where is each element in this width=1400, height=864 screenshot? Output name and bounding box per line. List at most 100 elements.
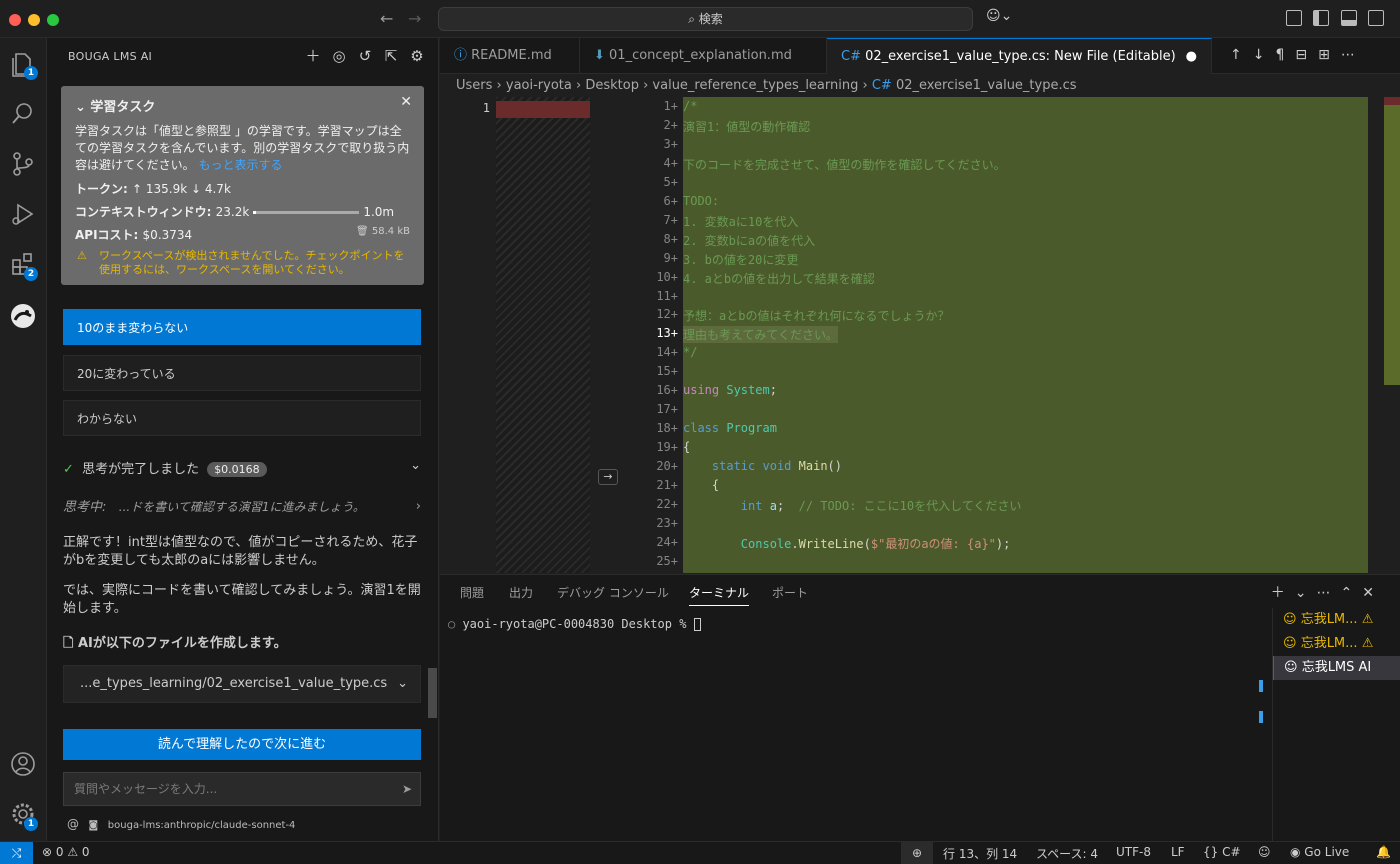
editor-tabs: ⓘ README.md ⬇ 01_concept_explanation.md … [440,38,1400,74]
robot-icon: ☺ [1283,636,1301,651]
code-line[interactable]: using System; [683,383,777,397]
code-line[interactable]: /* [683,99,697,113]
line-number: 17+ [656,402,678,417]
answer-option-1[interactable]: 10のまま変わらない [63,309,421,345]
overview-ruler[interactable] [1384,97,1400,573]
thinking-summary[interactable]: 思考中: ...ドを書いて確認する演習1に進みましょう。 › [63,498,421,517]
revert-arrow-icon[interactable]: → [598,469,618,485]
remote-icon[interactable]: ⤭ [0,842,33,864]
code-line[interactable]: 予想：aとbの値はそれぞれ何になるでしょうか？ [683,307,949,324]
sidebar-scrollbar[interactable] [428,668,437,718]
open-external-icon[interactable]: ⇱ [382,47,400,65]
code-line[interactable]: 1. 変数aに10を代入 [683,213,798,230]
line-number: 15+ [656,364,678,379]
warning-icon: ⚠ [77,249,87,262]
code-line[interactable]: TODO: [683,194,719,208]
line-number: 21+ [656,478,678,492]
broadcast-icon: ◉ [1290,845,1305,859]
copilot-icon[interactable]: ☺⌄ [986,8,1012,24]
show-more-link[interactable]: もっと表示する [198,158,282,172]
mention-icon[interactable]: @ [67,817,79,831]
terminal-item-1[interactable]: ☺ 忘我LM... ⚠ [1273,608,1400,632]
search-icon[interactable] [9,100,37,128]
message-input[interactable]: 質問やメッセージを入力... ➤ [63,772,421,806]
tab-debug-console[interactable]: デバッグ コンソール [557,584,669,601]
code-line[interactable]: static void Main() [683,459,842,473]
tab-concept-explanation[interactable]: ⬇ 01_concept_explanation.md [580,38,827,74]
tab-ports[interactable]: ポート [772,584,808,601]
history-icon[interactable]: ↺ [356,47,374,65]
customize-layout-icon[interactable] [1286,10,1302,26]
copilot-status-icon[interactable]: ☺ [1258,845,1271,859]
tab-output[interactable]: 出力 [509,584,533,601]
cursor-position[interactable]: 行 13、列 14 [943,845,1017,862]
settings-badge: 1 [24,817,38,831]
encoding-status[interactable]: UTF-8 [1116,845,1151,859]
source-control-icon[interactable] [9,150,37,178]
maximize-window-button[interactable] [47,14,59,26]
close-icon[interactable]: ✕ [400,94,412,110]
model-selector[interactable]: @ ◙ bouga-lms:anthropic/claude-sonnet-4 [67,817,295,831]
trash-icon[interactable]: 🗑 [356,226,372,237]
unsaved-dot-icon[interactable]: ● [1186,39,1197,75]
tab-readme[interactable]: ⓘ README.md [440,38,580,74]
account-circle-icon[interactable]: ◎ [330,47,348,65]
code-line[interactable]: { [683,478,719,492]
code-line[interactable]: Console.WriteLine($"最初のaの値: {a}"); [683,535,1011,552]
tab-problems[interactable]: 問題 [460,584,484,601]
tab-exercise1[interactable]: C# 02_exercise1_value_type.cs: New File … [827,38,1212,74]
code-line[interactable]: 理由も考えてみてください。 [683,326,839,344]
chevron-down-icon: ⌄ [397,676,408,691]
answer-option-3[interactable]: わからない [63,400,421,436]
account-icon[interactable] [9,750,37,778]
chevron-down-icon: ⌄ [410,458,421,473]
new-chat-plus-icon[interactable]: ＋ [304,47,322,65]
toggle-panel-icon[interactable] [1341,10,1357,26]
back-arrow-icon[interactable]: ← [380,9,393,28]
settings-gear-icon[interactable]: ⚙ [408,47,426,65]
code-line[interactable]: 下のコードを完成させて、値型の動作を確認してください。 [683,156,1006,173]
search-icon: ⌕ [688,12,699,26]
problems-status[interactable]: ⊗ 0 ⚠ 0 [42,845,90,859]
indentation-status[interactable]: スペース: 4 [1036,845,1098,862]
terminal-item-3[interactable]: ☺ 忘我LMS AI [1273,656,1400,680]
language-status[interactable]: {} C# [1203,845,1241,859]
notifications-bell-icon[interactable]: 🔔 [1376,845,1391,859]
forward-arrow-icon[interactable]: → [408,9,421,28]
tab-terminal[interactable]: ターミナル [689,584,750,606]
close-window-button[interactable] [9,14,21,26]
bouga-ai-icon[interactable] [9,302,37,330]
send-icon[interactable]: ➤ [402,773,412,805]
code-line[interactable]: */ [683,345,697,359]
toggle-sidebar-icon[interactable] [1313,10,1329,26]
diff-editor[interactable]: 1 → 1+ /* 2+ 演習1：値型の動作確認 3+ 4+ 下のコードを完成させて、値型の… [440,97,1400,573]
line-number: 9+ [663,250,678,265]
code-line[interactable]: int a; // TODO: ここに10を代入してください [683,497,1022,514]
go-live-button[interactable]: ◉ Go Live [1290,845,1349,859]
zoom-icon[interactable]: ⊕ [901,842,933,864]
camera-icon[interactable]: ◙ [89,820,99,831]
line-number: 13+ [656,326,678,341]
terminal-output[interactable]: ○ yaoi-ryota@PC-0004830 Desktop % [448,617,701,631]
chevron-down-icon[interactable]: ⌄ [75,100,90,115]
code-line[interactable]: { [683,440,690,454]
eol-status[interactable]: LF [1171,845,1185,859]
next-step-button[interactable]: 読んで理解したので次に進む [63,729,421,760]
panel-actions[interactable]: ＋⌄⋯⌃✕ [1271,582,1384,602]
context-progress-bar [253,211,360,214]
run-debug-icon[interactable] [9,200,37,228]
code-line[interactable]: 4. aとbの値を出力して結果を確認 [683,270,875,287]
minimize-window-button[interactable] [28,14,40,26]
file-path-dropdown[interactable]: ...e_types_learning/02_exercise1_value_t… [63,665,421,703]
terminal-item-2[interactable]: ☺ 忘我LM... ⚠ [1273,632,1400,656]
code-line[interactable]: 2. 変数bにaの値を代入 [683,232,815,249]
toggle-secondary-sidebar-icon[interactable] [1368,10,1384,26]
answer-option-2[interactable]: 20に変わっている [63,355,421,391]
code-line[interactable]: class Program [683,421,777,435]
code-line[interactable]: 演習1：値型の動作確認 [683,118,810,135]
code-line[interactable]: 3. bの値を20に変更 [683,251,798,268]
editor-actions[interactable]: ↑↓¶⊟⊞⋯ [1230,47,1366,63]
thinking-header[interactable]: ✓ 思考が完了しました $0.0168 ⌄ [63,458,421,477]
file-create-heading: 🗋 AIが以下のファイルを作成します。 [63,636,287,651]
command-center-search[interactable]: ⌕ 検索 [438,7,973,31]
